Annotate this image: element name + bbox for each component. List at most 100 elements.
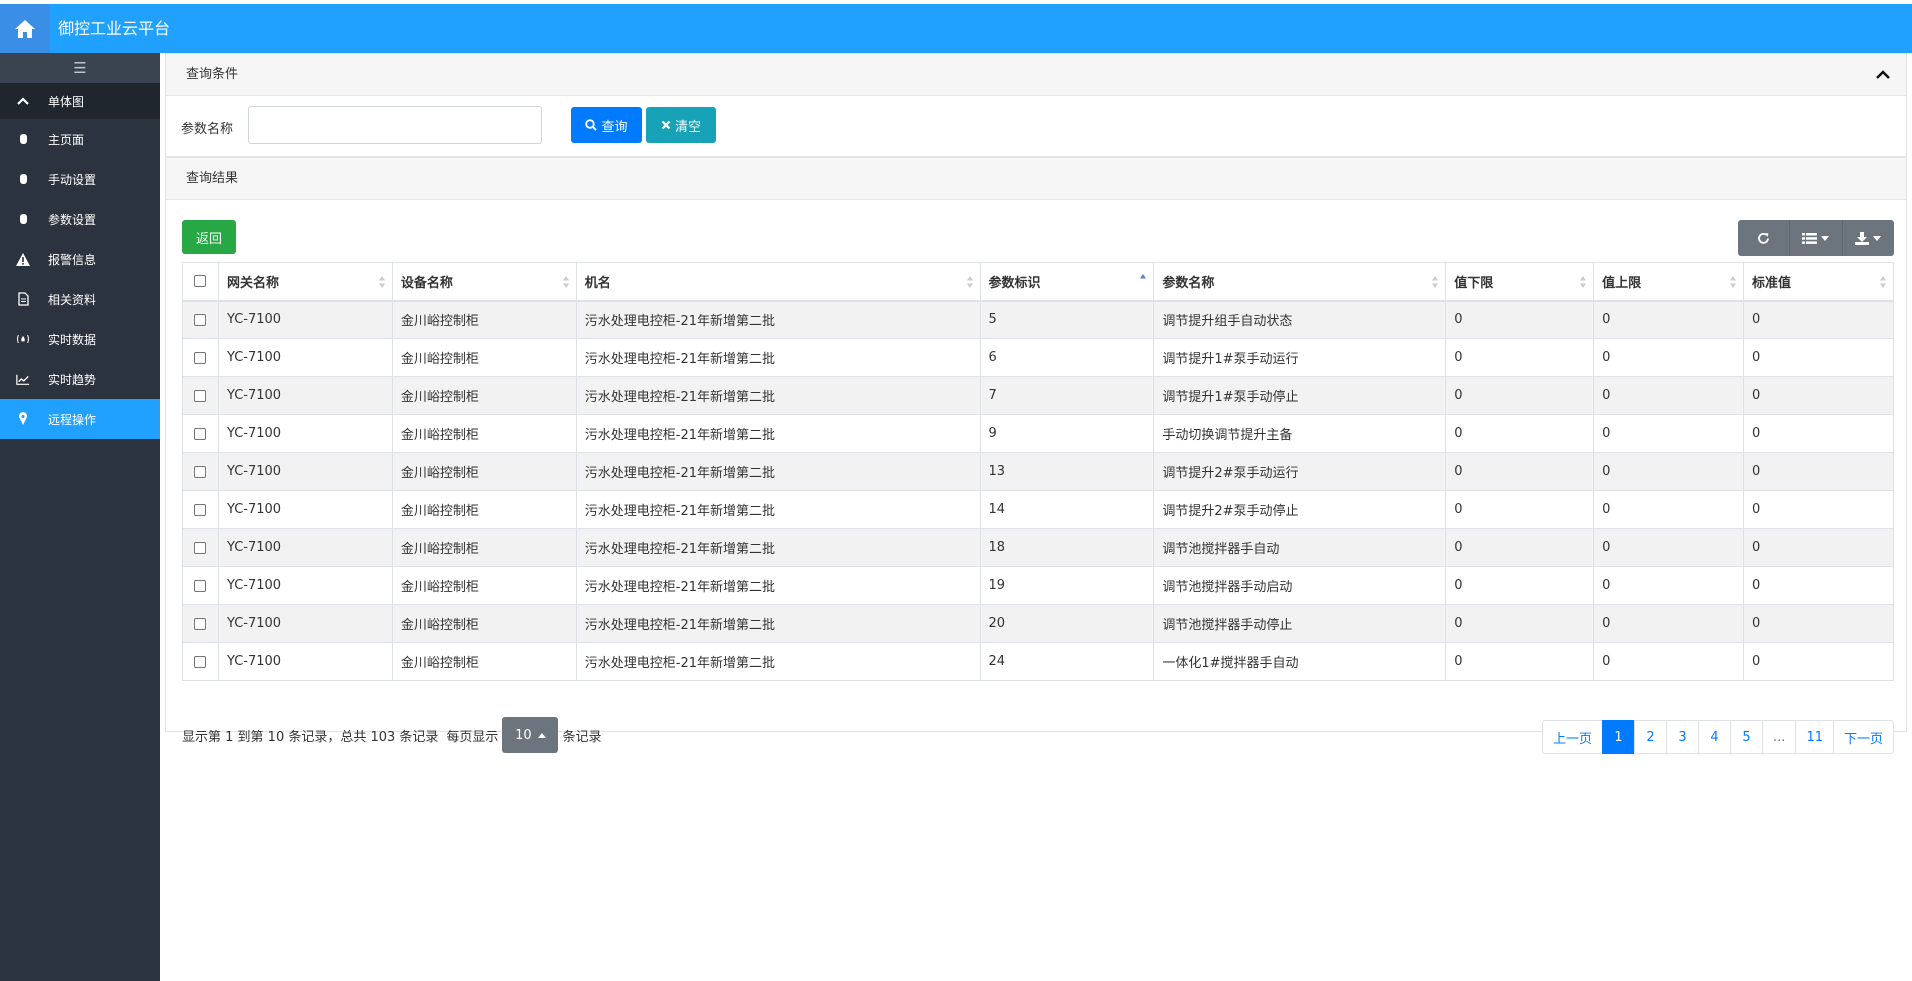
cell-min: 0 xyxy=(1445,414,1595,453)
sidebar-toggle-button[interactable]: ☰ xyxy=(0,53,160,83)
row-checkbox[interactable] xyxy=(194,503,207,516)
row-checkbox[interactable] xyxy=(194,655,207,668)
cell-min: 0 xyxy=(1445,490,1595,529)
columns-toggle-button[interactable] xyxy=(1789,220,1841,256)
results-panel: 查询结果 返回 网关名称 设备名称 机名 参数标识 参数名称 值下限 值上限 标… xyxy=(165,157,1907,754)
row-checkbox[interactable] xyxy=(194,389,207,402)
column-header-max[interactable]: 值上限 xyxy=(1593,262,1745,302)
page-button-3[interactable]: 3 xyxy=(1666,720,1700,754)
row-checkbox[interactable] xyxy=(194,617,207,630)
column-header-param-name[interactable]: 参数名称 xyxy=(1153,262,1447,302)
page-size-value: 10 xyxy=(515,727,532,743)
cell-standard: 0 xyxy=(1743,604,1894,643)
page-button-4[interactable]: 4 xyxy=(1698,720,1732,754)
row-checkbox[interactable] xyxy=(194,351,207,364)
per-page-suffix: 条记录 xyxy=(562,729,602,745)
column-header-gateway[interactable]: 网关名称 xyxy=(217,262,393,302)
table-row[interactable]: YC-7100 金川峪控制柜 污水处理电控柜-21年新增第二批 7 调节提升1#… xyxy=(182,376,1894,415)
clear-button-label: 清空 xyxy=(674,119,701,135)
cell-min: 0 xyxy=(1445,338,1595,377)
caret-down-icon xyxy=(1873,235,1882,241)
home-button[interactable] xyxy=(0,4,50,53)
table-row[interactable]: YC-7100 金川峪控制柜 污水处理电控柜-21年新增第二批 14 调节提升2… xyxy=(182,490,1894,529)
cell-machine: 污水处理电控柜-21年新增第二批 xyxy=(575,376,981,415)
cell-machine: 污水处理电控柜-21年新增第二批 xyxy=(575,338,981,377)
row-checkbox[interactable] xyxy=(194,465,207,478)
query-button[interactable]: 查询 xyxy=(571,107,642,143)
chevron-up-icon[interactable] xyxy=(1874,66,1892,84)
cell-max: 0 xyxy=(1593,338,1745,377)
select-all-checkbox[interactable] xyxy=(194,275,207,288)
page-prev-button[interactable]: 上一页 xyxy=(1542,720,1604,754)
sidebar-item-manual-settings[interactable]: 手动设置 xyxy=(0,159,160,199)
close-icon xyxy=(661,120,671,130)
param-name-label: 参数名称 xyxy=(181,122,234,137)
cell-param-id: 5 xyxy=(979,300,1155,339)
column-header-standard[interactable]: 标准值 xyxy=(1743,262,1894,302)
table-row[interactable]: YC-7100 金川峪控制柜 污水处理电控柜-21年新增第二批 20 调节池搅拌… xyxy=(182,604,1894,643)
table-row[interactable]: YC-7100 金川峪控制柜 污水处理电控柜-21年新增第二批 13 调节提升2… xyxy=(182,452,1894,491)
sidebar-item-related-docs[interactable]: 相关资料 xyxy=(0,279,160,319)
page-next-button[interactable]: 下一页 xyxy=(1832,720,1894,754)
table-row[interactable]: YC-7100 金川峪控制柜 污水处理电控柜-21年新增第二批 5 调节提升组手… xyxy=(182,300,1894,339)
sidebar-item-realtime-data[interactable]: 实时数据 xyxy=(0,319,160,359)
caret-down-icon xyxy=(1821,235,1830,241)
page-button-1[interactable]: 1 xyxy=(1602,720,1636,754)
cell-min: 0 xyxy=(1445,376,1595,415)
top-header: 御控工业云平台 xyxy=(0,4,1912,53)
row-select-cell xyxy=(182,376,219,415)
column-header-machine[interactable]: 机名 xyxy=(575,262,981,302)
column-header-device[interactable]: 设备名称 xyxy=(391,262,577,302)
sidebar-item-label: 实时数据 xyxy=(48,332,97,347)
cell-standard: 0 xyxy=(1743,566,1894,605)
table-row[interactable]: YC-7100 金川峪控制柜 污水处理电控柜-21年新增第二批 6 调节提升1#… xyxy=(182,338,1894,377)
cell-machine: 污水处理电控柜-21年新增第二批 xyxy=(575,528,981,567)
table-row[interactable]: YC-7100 金川峪控制柜 污水处理电控柜-21年新增第二批 9 手动切换调节… xyxy=(182,414,1894,453)
row-checkbox[interactable] xyxy=(194,541,207,554)
page-button-2[interactable]: 2 xyxy=(1634,720,1668,754)
param-name-input[interactable] xyxy=(248,106,542,144)
search-icon xyxy=(585,119,598,131)
page-size-dropdown[interactable]: 10 xyxy=(502,717,559,753)
table-row[interactable]: YC-7100 金川峪控制柜 污水处理电控柜-21年新增第二批 18 调节池搅拌… xyxy=(182,528,1894,567)
sort-icon xyxy=(378,276,385,288)
page-button-5[interactable]: 5 xyxy=(1730,720,1764,754)
cell-gateway: YC-7100 xyxy=(217,604,393,643)
refresh-icon xyxy=(1758,232,1770,244)
row-checkbox[interactable] xyxy=(194,427,207,440)
cell-machine: 污水处理电控柜-21年新增第二批 xyxy=(575,566,981,605)
table-row[interactable]: YC-7100 金川峪控制柜 污水处理电控柜-21年新增第二批 19 调节池搅拌… xyxy=(182,566,1894,605)
column-label: 机名 xyxy=(584,275,611,291)
export-button[interactable] xyxy=(1841,220,1894,256)
per-page-label: 每页显示 xyxy=(446,729,499,745)
row-checkbox[interactable] xyxy=(194,313,207,326)
refresh-button[interactable] xyxy=(1738,220,1789,256)
sort-icon xyxy=(966,276,973,288)
cell-gateway: YC-7100 xyxy=(217,642,393,681)
cell-param-name: 调节提升1#泵手动停止 xyxy=(1153,376,1447,415)
column-header-param-id[interactable]: 参数标识 xyxy=(979,262,1155,302)
sidebar-item-alarm-info[interactable]: 报警信息 xyxy=(0,239,160,279)
cell-param-id: 20 xyxy=(979,604,1155,643)
sidebar-item-main-page[interactable]: 主页面 xyxy=(0,119,160,159)
clear-button[interactable]: 清空 xyxy=(646,107,716,143)
column-header-min[interactable]: 值下限 xyxy=(1445,262,1595,302)
cell-param-name: 调节提升组手自动状态 xyxy=(1153,300,1447,339)
cell-param-name: 调节提升1#泵手动运行 xyxy=(1153,338,1447,377)
table-row[interactable]: YC-7100 金川峪控制柜 污水处理电控柜-21年新增第二批 24 一体化1#… xyxy=(182,642,1894,681)
sidebar-item-label: 相关资料 xyxy=(48,292,97,307)
page-button-11[interactable]: 11 xyxy=(1795,720,1834,754)
sort-icon xyxy=(1880,276,1886,288)
sidebar-item-parameter-settings[interactable]: 参数设置 xyxy=(0,199,160,239)
column-label: 值下限 xyxy=(1454,275,1494,291)
cell-param-name: 手动切换调节提升主备 xyxy=(1153,414,1447,453)
cell-max: 0 xyxy=(1593,452,1745,491)
sidebar-group-single-view[interactable]: 单体图 xyxy=(0,83,160,119)
sidebar-item-realtime-trend[interactable]: 实时趋势 xyxy=(0,359,160,399)
back-button[interactable]: 返回 xyxy=(182,220,236,254)
sidebar-item-label: 远程操作 xyxy=(48,412,97,427)
cell-param-id: 7 xyxy=(979,376,1155,415)
cell-param-name: 调节提升2#泵手动运行 xyxy=(1153,452,1447,491)
row-checkbox[interactable] xyxy=(194,579,207,592)
sidebar-item-remote-operation[interactable]: 远程操作 xyxy=(0,399,160,439)
